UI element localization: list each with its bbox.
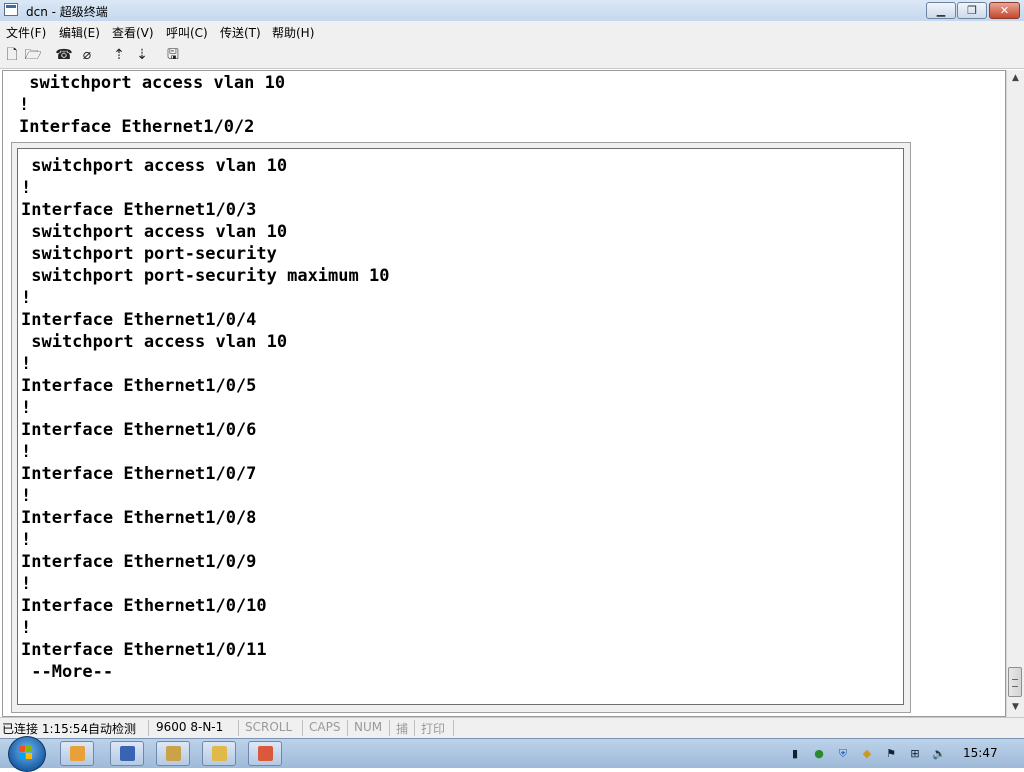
terminal-line: Interface Ethernet1/0/5 xyxy=(21,376,257,396)
terminal-line: ! xyxy=(19,95,30,115)
terminal-line: ! xyxy=(21,178,32,198)
vertical-scrollbar[interactable]: ▲ ▼ xyxy=(1006,70,1024,717)
terminal-line: Interface Ethernet1/0/2 xyxy=(19,117,255,137)
windows-logo-icon xyxy=(19,746,33,760)
more-prompt: --More-- xyxy=(21,662,114,682)
tray-media-icon[interactable]: ▮ xyxy=(788,747,802,761)
tray-shield-icon[interactable]: ⛨ xyxy=(836,747,850,761)
terminal-line: Interface Ethernet1/0/7 xyxy=(21,464,257,484)
status-connection: 已连接 1:15:54 xyxy=(2,722,89,736)
terminal-line: switchport access vlan 10 xyxy=(21,332,288,352)
taskbar-app-5[interactable] xyxy=(248,741,282,766)
terminal-line: Interface Ethernet1/0/3 xyxy=(21,200,257,220)
scroll-down-button[interactable]: ▼ xyxy=(1008,700,1023,715)
receive-icon[interactable]: ⇣ xyxy=(133,46,151,64)
terminal-line: ! xyxy=(21,530,32,550)
menu-help[interactable]: 帮助(H) xyxy=(272,24,314,41)
status-port-settings: 9600 8-N-1 xyxy=(156,720,224,734)
scroll-up-button[interactable]: ▲ xyxy=(1008,71,1023,86)
terminal-line: ! xyxy=(21,486,32,506)
taskbar: ▮ ● ⛨ ◆ ⚑ ⊞ 🔈 15:47 xyxy=(0,736,1024,772)
terminal-line: switchport access vlan 10 xyxy=(21,156,288,176)
status-num: NUM xyxy=(354,720,383,734)
maximize-button[interactable]: ❐ xyxy=(957,2,987,19)
terminal-line: Interface Ethernet1/0/9 xyxy=(21,552,257,572)
terminal-line: ! xyxy=(21,442,32,462)
terminal-top-lines: switchport access vlan 10 ! Interface Et… xyxy=(3,71,1005,139)
taskbar-word-app[interactable] xyxy=(110,741,144,766)
terminal-line: ! xyxy=(21,354,32,374)
scroll-thumb[interactable] xyxy=(1008,667,1022,697)
terminal-line: switchport port-security xyxy=(21,244,277,264)
terminal-line: Interface Ethernet1/0/4 xyxy=(21,310,257,330)
terminal-line: switchport access vlan 10 xyxy=(21,222,288,242)
call-icon[interactable]: ☎ xyxy=(55,46,73,64)
tray-network-icon[interactable]: ● xyxy=(812,747,826,761)
send-icon[interactable]: ⇡ xyxy=(110,46,128,64)
app-1-icon xyxy=(70,746,85,761)
menu-file[interactable]: 文件(F) xyxy=(6,24,46,41)
taskbar-app-4[interactable] xyxy=(202,741,236,766)
status-divider xyxy=(414,720,415,736)
minimize-button[interactable]: ▁ xyxy=(926,2,956,19)
status-bar: 已连接 1:15:54 自动检测 9600 8-N-1 SCROLL CAPS … xyxy=(0,717,1024,738)
terminal-line: ! xyxy=(21,398,32,418)
app-4-icon xyxy=(212,746,227,761)
overlay-terminal[interactable]: switchport access vlan 10 ! Interface Et… xyxy=(17,148,904,705)
terminal-line: Interface Ethernet1/0/11 xyxy=(21,640,267,660)
status-divider xyxy=(389,720,390,736)
overlay-window: switchport access vlan 10 ! Interface Et… xyxy=(11,142,911,713)
disconnect-icon[interactable]: ⌀ xyxy=(78,46,96,64)
menu-view[interactable]: 查看(V) xyxy=(112,24,154,41)
status-print: 打印 xyxy=(421,722,446,736)
tray-app-icon[interactable]: ◆ xyxy=(860,747,874,761)
taskbar-file-explorer[interactable] xyxy=(156,741,190,766)
folder-icon xyxy=(166,746,181,761)
title-bar[interactable]: dcn - 超级终端 ▁ ❐ ✕ xyxy=(0,0,1024,22)
toolbar: 🗋 🗁 ☎ ⌀ ⇡ ⇣ 🖫 xyxy=(0,41,1024,69)
terminal-line: ! xyxy=(21,574,32,594)
status-caps: CAPS xyxy=(309,720,341,734)
menu-edit[interactable]: 编辑(E) xyxy=(59,24,100,41)
new-file-icon[interactable]: 🗋 xyxy=(3,46,21,64)
taskbar-clock[interactable]: 15:47 xyxy=(963,746,998,760)
status-divider xyxy=(148,720,149,736)
terminal-line: Interface Ethernet1/0/8 xyxy=(21,508,257,528)
terminal-line: Interface Ethernet1/0/6 xyxy=(21,420,257,440)
app-5-icon xyxy=(258,746,273,761)
terminal-line: switchport access vlan 10 xyxy=(19,73,286,93)
open-folder-icon[interactable]: 🗁 xyxy=(24,46,42,64)
app-icon[interactable] xyxy=(4,3,18,16)
tray-flag-icon[interactable]: ⚑ xyxy=(884,747,898,761)
start-button[interactable] xyxy=(8,736,46,772)
tray-connection-icon[interactable]: ⊞ xyxy=(908,747,922,761)
terminal-pane[interactable]: switchport access vlan 10 ! Interface Et… xyxy=(2,70,1006,717)
status-capture: 捕 xyxy=(396,722,409,736)
properties-icon[interactable]: 🖫 xyxy=(164,46,182,64)
terminal-line: Interface Ethernet1/0/10 xyxy=(21,596,267,616)
status-divider xyxy=(347,720,348,736)
menu-call[interactable]: 呼叫(C) xyxy=(166,24,208,41)
terminal-line: ! xyxy=(21,618,32,638)
status-divider xyxy=(302,720,303,736)
menu-bar: 文件(F) 编辑(E) 查看(V) 呼叫(C) 传送(T) 帮助(H) xyxy=(0,21,1024,41)
status-scroll: SCROLL xyxy=(245,720,293,734)
status-detect: 自动检测 xyxy=(88,722,137,736)
taskbar-app-1[interactable] xyxy=(60,741,94,766)
status-divider xyxy=(238,720,239,736)
close-button[interactable]: ✕ xyxy=(989,2,1020,19)
window-title: dcn - 超级终端 xyxy=(26,5,108,19)
word-icon xyxy=(120,746,135,761)
tray-volume-icon[interactable]: 🔈 xyxy=(932,747,946,761)
terminal-line: switchport port-security maximum 10 xyxy=(21,266,390,286)
menu-transfer[interactable]: 传送(T) xyxy=(220,24,261,41)
status-divider xyxy=(453,720,454,736)
terminal-line: ! xyxy=(21,288,32,308)
